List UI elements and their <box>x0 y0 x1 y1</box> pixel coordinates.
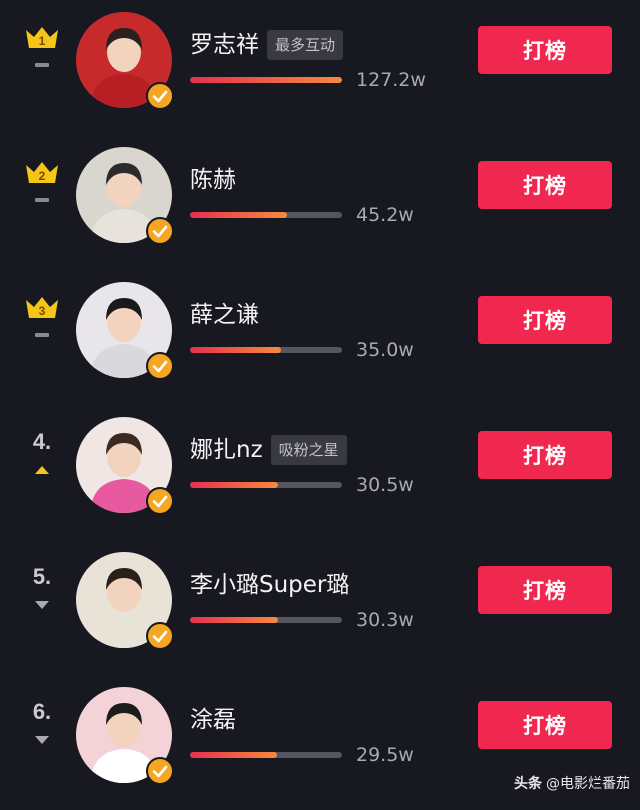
crown-icon: 1 <box>26 27 58 48</box>
vote-button[interactable]: 打榜 <box>478 296 612 344</box>
user-name[interactable]: 李小璐Super璐 <box>190 568 349 602</box>
score-progress-fill <box>190 212 288 218</box>
leaderboard-row: 5. 李小璐Super璐 30.3w 打榜 <box>0 540 640 675</box>
rank-number: 6. <box>32 699 52 724</box>
leaderboard-row: 1 罗志祥 最多互动 127.2w 打榜 <box>0 0 640 135</box>
user-name[interactable]: 陈赫 <box>190 163 236 197</box>
watermark-handle: @电影烂番茄 <box>546 776 630 792</box>
score-progress-fill <box>190 752 277 758</box>
verified-check-icon <box>146 217 174 245</box>
score-progress-bar <box>190 482 342 488</box>
rank-number: 1 <box>39 34 46 48</box>
rank-indicator: 2 <box>14 159 70 219</box>
verified-check-icon <box>146 622 174 650</box>
rank-indicator: 3 <box>14 294 70 354</box>
leaderboard-row: 4. 娜扎nz 吸粉之星 30.5w 打榜 <box>0 405 640 540</box>
score-value: 30.5w <box>356 474 414 496</box>
score-value: 45.2w <box>356 204 414 226</box>
score-progress-bar <box>190 752 342 758</box>
user-name[interactable]: 涂磊 <box>190 703 236 737</box>
rank-number: 3 <box>39 304 46 318</box>
rank-indicator: 5. <box>14 564 70 624</box>
crown-icon: 3 <box>26 297 58 318</box>
user-name[interactable]: 薛之谦 <box>190 298 259 332</box>
score-progress-bar <box>190 212 342 218</box>
leaderboard-row: 3 薛之谦 35.0w 打榜 <box>0 270 640 405</box>
trend-up-icon <box>35 466 49 474</box>
score-value: 30.3w <box>356 609 414 631</box>
trend-down-icon <box>35 601 49 609</box>
score-progress-fill <box>190 347 282 353</box>
rank-indicator: 6. <box>14 699 70 759</box>
rank-number: 5. <box>32 564 52 589</box>
rank-number: 2 <box>39 169 46 183</box>
score-progress-bar <box>190 347 342 353</box>
trend-flat-icon <box>35 333 49 337</box>
rank-indicator: 4. <box>14 429 70 489</box>
score-progress-bar <box>190 617 342 623</box>
score-progress-fill <box>190 617 279 623</box>
user-tag-badge: 最多互动 <box>267 30 344 60</box>
trend-flat-icon <box>35 198 49 202</box>
rank-indicator: 1 <box>14 24 70 84</box>
score-value: 29.5w <box>356 744 414 766</box>
vote-button[interactable]: 打榜 <box>478 161 612 209</box>
vote-button[interactable]: 打榜 <box>478 566 612 614</box>
score-progress-fill <box>190 77 342 83</box>
trend-flat-icon <box>35 63 49 67</box>
leaderboard-row: 2 陈赫 45.2w 打榜 <box>0 135 640 270</box>
user-tag-badge: 吸粉之星 <box>270 435 347 465</box>
watermark-brand: 头条 <box>514 776 542 792</box>
verified-check-icon <box>146 352 174 380</box>
score-value: 35.0w <box>356 339 414 361</box>
score-value: 127.2w <box>356 69 426 91</box>
score-progress-fill <box>190 482 279 488</box>
verified-check-icon <box>146 487 174 515</box>
verified-check-icon <box>146 82 174 110</box>
trend-down-icon <box>35 736 49 744</box>
crown-icon: 2 <box>26 162 58 183</box>
watermark: 头条 @电影烂番茄 <box>514 772 630 796</box>
user-name[interactable]: 娜扎nz <box>190 433 263 467</box>
verified-check-icon <box>146 757 174 785</box>
user-name[interactable]: 罗志祥 <box>190 28 259 62</box>
score-progress-bar <box>190 77 342 83</box>
rank-number: 4. <box>32 429 52 454</box>
vote-button[interactable]: 打榜 <box>478 26 612 74</box>
vote-button[interactable]: 打榜 <box>478 431 612 479</box>
vote-button[interactable]: 打榜 <box>478 701 612 749</box>
